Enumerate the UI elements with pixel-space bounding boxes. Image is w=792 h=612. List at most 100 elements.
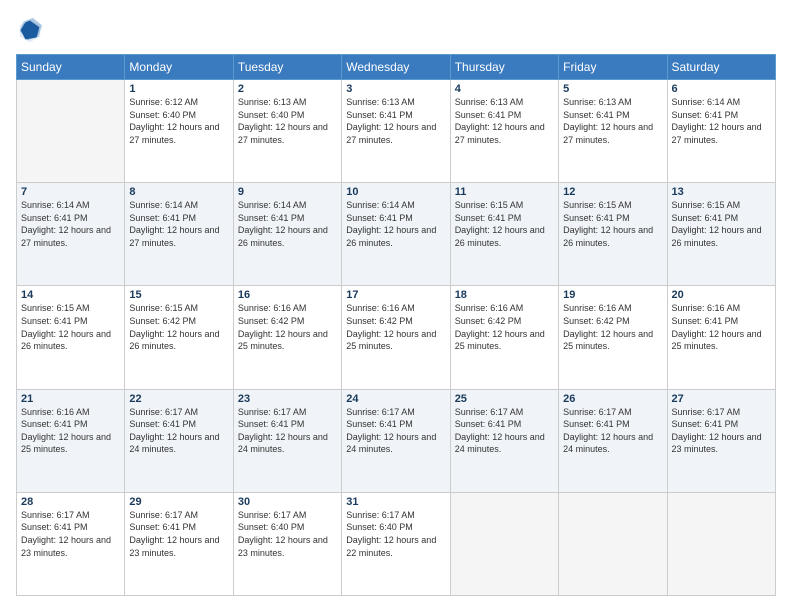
calendar-day-cell: 12Sunrise: 6:15 AMSunset: 6:41 PMDayligh… [559,183,667,286]
calendar-week-row: 21Sunrise: 6:16 AMSunset: 6:41 PMDayligh… [17,389,776,492]
calendar-week-row: 1Sunrise: 6:12 AMSunset: 6:40 PMDaylight… [17,80,776,183]
day-number: 7 [21,186,120,198]
calendar-day-cell: 30Sunrise: 6:17 AMSunset: 6:40 PMDayligh… [233,492,341,595]
day-info: Sunrise: 6:16 AMSunset: 6:41 PMDaylight:… [21,406,120,456]
day-number: 29 [129,496,228,508]
calendar-day-cell: 11Sunrise: 6:15 AMSunset: 6:41 PMDayligh… [450,183,558,286]
day-number: 23 [238,393,337,405]
calendar-week-row: 14Sunrise: 6:15 AMSunset: 6:41 PMDayligh… [17,286,776,389]
calendar-day-cell: 18Sunrise: 6:16 AMSunset: 6:42 PMDayligh… [450,286,558,389]
calendar-day-cell: 10Sunrise: 6:14 AMSunset: 6:41 PMDayligh… [342,183,450,286]
day-number: 31 [346,496,445,508]
day-number: 19 [563,289,662,301]
calendar-day-cell: 21Sunrise: 6:16 AMSunset: 6:41 PMDayligh… [17,389,125,492]
day-number: 1 [129,83,228,95]
header-wednesday: Wednesday [342,55,450,80]
day-number: 27 [672,393,771,405]
calendar-day-cell [667,492,775,595]
calendar-week-row: 7Sunrise: 6:14 AMSunset: 6:41 PMDaylight… [17,183,776,286]
calendar-day-cell: 3Sunrise: 6:13 AMSunset: 6:41 PMDaylight… [342,80,450,183]
calendar-day-cell [559,492,667,595]
day-number: 22 [129,393,228,405]
calendar-day-cell: 28Sunrise: 6:17 AMSunset: 6:41 PMDayligh… [17,492,125,595]
calendar-day-cell: 8Sunrise: 6:14 AMSunset: 6:41 PMDaylight… [125,183,233,286]
calendar-day-cell: 26Sunrise: 6:17 AMSunset: 6:41 PMDayligh… [559,389,667,492]
header-tuesday: Tuesday [233,55,341,80]
calendar-day-cell: 24Sunrise: 6:17 AMSunset: 6:41 PMDayligh… [342,389,450,492]
weekday-header-row: Sunday Monday Tuesday Wednesday Thursday… [17,55,776,80]
logo-icon [16,16,44,44]
calendar-day-cell: 23Sunrise: 6:17 AMSunset: 6:41 PMDayligh… [233,389,341,492]
day-info: Sunrise: 6:17 AMSunset: 6:41 PMDaylight:… [346,406,445,456]
day-number: 16 [238,289,337,301]
day-number: 18 [455,289,554,301]
header-friday: Friday [559,55,667,80]
calendar-day-cell: 17Sunrise: 6:16 AMSunset: 6:42 PMDayligh… [342,286,450,389]
calendar-day-cell [17,80,125,183]
day-number: 21 [21,393,120,405]
calendar-day-cell: 16Sunrise: 6:16 AMSunset: 6:42 PMDayligh… [233,286,341,389]
day-info: Sunrise: 6:17 AMSunset: 6:41 PMDaylight:… [21,509,120,559]
calendar-day-cell [450,492,558,595]
day-number: 8 [129,186,228,198]
calendar-table: Sunday Monday Tuesday Wednesday Thursday… [16,54,776,596]
day-info: Sunrise: 6:14 AMSunset: 6:41 PMDaylight:… [21,199,120,249]
day-number: 5 [563,83,662,95]
calendar-day-cell: 6Sunrise: 6:14 AMSunset: 6:41 PMDaylight… [667,80,775,183]
day-info: Sunrise: 6:16 AMSunset: 6:42 PMDaylight:… [563,302,662,352]
day-number: 24 [346,393,445,405]
calendar-day-cell: 4Sunrise: 6:13 AMSunset: 6:41 PMDaylight… [450,80,558,183]
day-number: 12 [563,186,662,198]
calendar-day-cell: 2Sunrise: 6:13 AMSunset: 6:40 PMDaylight… [233,80,341,183]
header-sunday: Sunday [17,55,125,80]
day-info: Sunrise: 6:17 AMSunset: 6:41 PMDaylight:… [129,509,228,559]
header [16,16,776,44]
calendar-day-cell: 29Sunrise: 6:17 AMSunset: 6:41 PMDayligh… [125,492,233,595]
calendar-day-cell: 7Sunrise: 6:14 AMSunset: 6:41 PMDaylight… [17,183,125,286]
day-info: Sunrise: 6:17 AMSunset: 6:41 PMDaylight:… [129,406,228,456]
logo [16,16,48,44]
day-info: Sunrise: 6:16 AMSunset: 6:42 PMDaylight:… [346,302,445,352]
day-number: 11 [455,186,554,198]
day-info: Sunrise: 6:17 AMSunset: 6:41 PMDaylight:… [455,406,554,456]
calendar-day-cell: 22Sunrise: 6:17 AMSunset: 6:41 PMDayligh… [125,389,233,492]
day-info: Sunrise: 6:14 AMSunset: 6:41 PMDaylight:… [129,199,228,249]
day-number: 2 [238,83,337,95]
day-info: Sunrise: 6:15 AMSunset: 6:41 PMDaylight:… [455,199,554,249]
day-info: Sunrise: 6:17 AMSunset: 6:41 PMDaylight:… [563,406,662,456]
calendar-week-row: 28Sunrise: 6:17 AMSunset: 6:41 PMDayligh… [17,492,776,595]
day-number: 4 [455,83,554,95]
day-info: Sunrise: 6:17 AMSunset: 6:41 PMDaylight:… [672,406,771,456]
calendar-day-cell: 13Sunrise: 6:15 AMSunset: 6:41 PMDayligh… [667,183,775,286]
calendar-day-cell: 1Sunrise: 6:12 AMSunset: 6:40 PMDaylight… [125,80,233,183]
calendar-day-cell: 19Sunrise: 6:16 AMSunset: 6:42 PMDayligh… [559,286,667,389]
day-info: Sunrise: 6:13 AMSunset: 6:40 PMDaylight:… [238,96,337,146]
day-info: Sunrise: 6:17 AMSunset: 6:40 PMDaylight:… [238,509,337,559]
calendar-day-cell: 27Sunrise: 6:17 AMSunset: 6:41 PMDayligh… [667,389,775,492]
day-info: Sunrise: 6:14 AMSunset: 6:41 PMDaylight:… [238,199,337,249]
day-number: 25 [455,393,554,405]
calendar-day-cell: 14Sunrise: 6:15 AMSunset: 6:41 PMDayligh… [17,286,125,389]
day-info: Sunrise: 6:13 AMSunset: 6:41 PMDaylight:… [563,96,662,146]
calendar-day-cell: 25Sunrise: 6:17 AMSunset: 6:41 PMDayligh… [450,389,558,492]
day-info: Sunrise: 6:13 AMSunset: 6:41 PMDaylight:… [455,96,554,146]
calendar-day-cell: 9Sunrise: 6:14 AMSunset: 6:41 PMDaylight… [233,183,341,286]
day-info: Sunrise: 6:16 AMSunset: 6:41 PMDaylight:… [672,302,771,352]
header-monday: Monday [125,55,233,80]
day-info: Sunrise: 6:15 AMSunset: 6:41 PMDaylight:… [672,199,771,249]
day-number: 15 [129,289,228,301]
header-saturday: Saturday [667,55,775,80]
day-info: Sunrise: 6:16 AMSunset: 6:42 PMDaylight:… [455,302,554,352]
day-number: 26 [563,393,662,405]
day-number: 14 [21,289,120,301]
day-info: Sunrise: 6:17 AMSunset: 6:41 PMDaylight:… [238,406,337,456]
day-number: 30 [238,496,337,508]
day-info: Sunrise: 6:12 AMSunset: 6:40 PMDaylight:… [129,96,228,146]
calendar-day-cell: 20Sunrise: 6:16 AMSunset: 6:41 PMDayligh… [667,286,775,389]
day-info: Sunrise: 6:15 AMSunset: 6:41 PMDaylight:… [563,199,662,249]
calendar-day-cell: 15Sunrise: 6:15 AMSunset: 6:42 PMDayligh… [125,286,233,389]
day-number: 13 [672,186,771,198]
page: Sunday Monday Tuesday Wednesday Thursday… [0,0,792,612]
day-number: 6 [672,83,771,95]
day-number: 9 [238,186,337,198]
